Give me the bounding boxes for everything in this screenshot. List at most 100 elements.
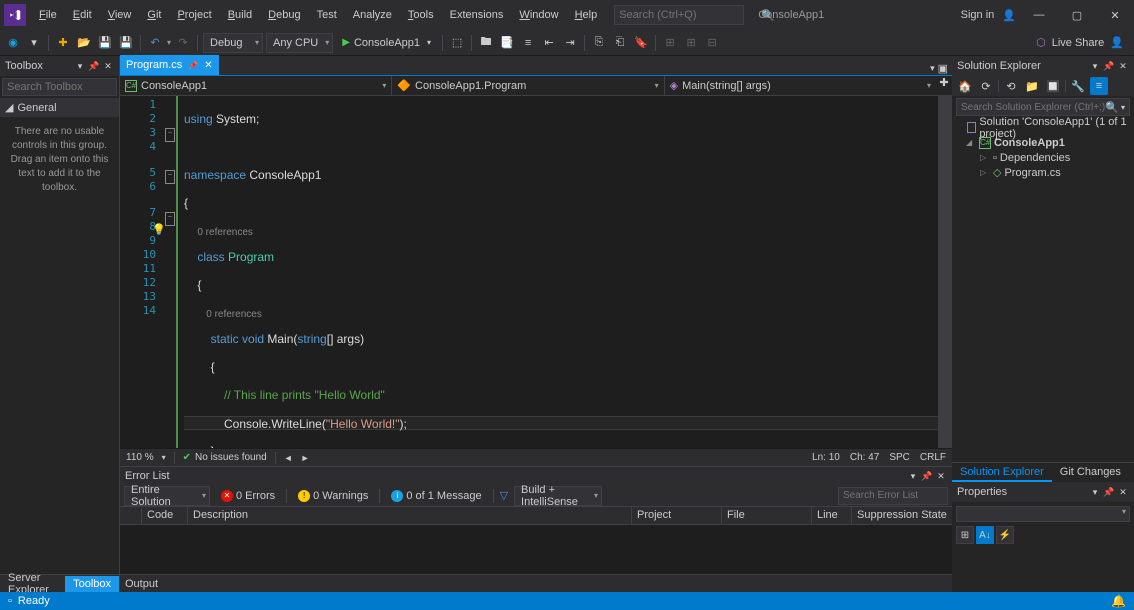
se-tool-5[interactable]: ≡ bbox=[1090, 77, 1108, 95]
toolbox-tab[interactable]: Toolbox bbox=[65, 576, 119, 592]
back-btn[interactable]: ◉ bbox=[4, 34, 22, 52]
alpha-icon[interactable]: A↓ bbox=[976, 526, 994, 544]
menu-window[interactable]: Window bbox=[512, 5, 565, 25]
fwd-btn[interactable]: ▾ bbox=[25, 34, 43, 52]
maximize-button[interactable]: ▢ bbox=[1062, 5, 1092, 25]
errorlist-close[interactable]: ✕ bbox=[935, 471, 947, 482]
solution-tree[interactable]: Solution 'ConsoleApp1' (1 of 1 project) … bbox=[952, 118, 1134, 462]
global-search[interactable]: 🔍 bbox=[614, 5, 744, 25]
nav-right-icon[interactable]: ► bbox=[301, 453, 310, 463]
toolbox-dropdown-icon[interactable]: ▾ bbox=[74, 61, 86, 72]
pin-icon[interactable]: 📌 bbox=[921, 471, 933, 482]
notification-bell-icon[interactable]: 🔔 bbox=[1111, 594, 1126, 608]
vertical-scrollbar[interactable] bbox=[938, 96, 952, 448]
expand-icon[interactable]: ◢ bbox=[966, 138, 976, 147]
warnings-filter[interactable]: !0 Warnings bbox=[293, 487, 373, 505]
se-dd[interactable]: ▾ bbox=[1089, 61, 1101, 72]
tool-2[interactable]: 🖿 bbox=[477, 34, 495, 52]
menu-tools[interactable]: Tools bbox=[401, 5, 441, 25]
nav-class[interactable]: 🔶ConsoleApp1.Program bbox=[392, 76, 664, 95]
tree-file[interactable]: ▷◇Program.cs bbox=[956, 165, 1130, 180]
window-icon[interactable]: ▣ bbox=[938, 62, 948, 75]
tabstrip-dropdown[interactable]: ▾ bbox=[930, 63, 935, 74]
errorlist-columns[interactable]: Code Description Project File Line Suppr… bbox=[120, 507, 952, 525]
fold-method[interactable]: − bbox=[165, 212, 175, 226]
new-btn[interactable]: ✚ bbox=[54, 34, 72, 52]
tree-deps[interactable]: ▷▫Dependencies bbox=[956, 150, 1130, 165]
se-tool-4[interactable]: 🔲 bbox=[1044, 77, 1062, 95]
scope-dropdown[interactable]: Entire Solution bbox=[124, 486, 210, 506]
tool-3[interactable]: 📑 bbox=[498, 34, 516, 52]
tab-close[interactable]: ✕ bbox=[204, 60, 212, 71]
menu-project[interactable]: Project bbox=[170, 5, 218, 25]
output-pane-header[interactable]: Output bbox=[120, 574, 952, 592]
platform-dropdown[interactable]: Any CPU bbox=[266, 33, 333, 53]
errors-filter[interactable]: ✕0 Errors bbox=[216, 487, 280, 505]
code-area[interactable]: using System; namespace ConsoleApp1 { 0 … bbox=[178, 96, 938, 448]
quickfix-icon[interactable]: 💡 bbox=[152, 223, 166, 237]
nav-method[interactable]: ◈Main(string[] args) bbox=[665, 76, 936, 95]
menu-git[interactable]: Git bbox=[140, 5, 168, 25]
se-close[interactable]: ✕ bbox=[1117, 61, 1129, 72]
se-search-input[interactable] bbox=[961, 102, 1105, 113]
props-close[interactable]: ✕ bbox=[1117, 487, 1129, 498]
pin-icon[interactable]: 📌 bbox=[88, 61, 100, 72]
outdent-btn[interactable]: ⇤ bbox=[540, 34, 558, 52]
bookmark-btn[interactable]: 🔖 bbox=[632, 34, 650, 52]
split-icon[interactable]: ✚ bbox=[936, 76, 952, 95]
menu-extensions[interactable]: Extensions bbox=[443, 5, 511, 25]
se-tool-2[interactable]: ⟲ bbox=[1002, 77, 1020, 95]
toolbox-close[interactable]: ✕ bbox=[102, 61, 114, 72]
zoom-level[interactable]: 110 % bbox=[126, 452, 154, 463]
fold-class[interactable]: − bbox=[165, 170, 175, 184]
props-dd[interactable]: ▾ bbox=[1089, 487, 1101, 498]
save-btn[interactable]: 💾 bbox=[96, 34, 114, 52]
redo-btn[interactable]: ↷ bbox=[174, 34, 192, 52]
tool-5[interactable]: ⎘ bbox=[590, 34, 608, 52]
close-button[interactable]: ✕ bbox=[1100, 5, 1130, 25]
home-icon[interactable]: 🏠 bbox=[956, 77, 974, 95]
menu-file[interactable]: File bbox=[32, 5, 64, 25]
menu-help[interactable]: Help bbox=[568, 5, 605, 25]
tab-git-changes[interactable]: Git Changes bbox=[1052, 463, 1129, 482]
filter-icon[interactable]: ▽ bbox=[500, 489, 508, 502]
wrench-icon[interactable]: 🔧 bbox=[1069, 77, 1087, 95]
tab-program-cs[interactable]: Program.cs📌✕ bbox=[120, 55, 219, 75]
pin-icon[interactable]: 📌 bbox=[1103, 487, 1115, 498]
config-dropdown[interactable]: Debug bbox=[203, 33, 263, 53]
tree-solution[interactable]: Solution 'ConsoleApp1' (1 of 1 project) bbox=[956, 120, 1130, 135]
account-icon[interactable]: 👤 bbox=[1110, 36, 1124, 49]
fold-column[interactable]: − − − bbox=[164, 96, 178, 448]
saveall-btn[interactable]: 💾 bbox=[117, 34, 135, 52]
tool-1[interactable]: ⬚ bbox=[448, 34, 466, 52]
start-button[interactable]: ▶ConsoleApp1▾ bbox=[336, 33, 437, 53]
pin-icon[interactable]: 📌 bbox=[1103, 61, 1115, 72]
sign-in-link[interactable]: Sign in bbox=[961, 9, 995, 21]
menu-test[interactable]: Test bbox=[310, 5, 344, 25]
source-dropdown[interactable]: Build + IntelliSense bbox=[514, 486, 602, 506]
props-selector[interactable] bbox=[956, 506, 1130, 522]
se-tool-1[interactable]: ⟳ bbox=[977, 77, 995, 95]
expand-icon[interactable]: ▷ bbox=[980, 168, 990, 177]
minimize-button[interactable]: — bbox=[1024, 5, 1054, 25]
toolbox-group-general[interactable]: ◢General bbox=[0, 98, 119, 117]
tool-6[interactable]: ⎗ bbox=[611, 34, 629, 52]
categorize-icon[interactable]: ⊞ bbox=[956, 526, 974, 544]
nav-project[interactable]: C#ConsoleApp1 bbox=[120, 76, 392, 95]
menu-edit[interactable]: Edit bbox=[66, 5, 99, 25]
menu-debug[interactable]: Debug bbox=[261, 5, 307, 25]
nav-left-icon[interactable]: ◄ bbox=[284, 453, 293, 463]
errorlist-dd[interactable]: ▾ bbox=[907, 471, 919, 482]
messages-filter[interactable]: i0 of 1 Message bbox=[386, 487, 486, 505]
fold-ns[interactable]: − bbox=[165, 128, 175, 142]
menu-view[interactable]: View bbox=[101, 5, 139, 25]
undo-btn[interactable]: ↶ bbox=[146, 34, 164, 52]
menu-analyze[interactable]: Analyze bbox=[346, 5, 399, 25]
tool-9[interactable]: ⊟ bbox=[703, 34, 721, 52]
tab-solution-explorer[interactable]: Solution Explorer bbox=[952, 463, 1052, 482]
indent-btn[interactable]: ⇥ bbox=[561, 34, 579, 52]
liveshare-btn[interactable]: Live Share bbox=[1052, 37, 1105, 49]
tool-7[interactable]: ⊞ bbox=[661, 34, 679, 52]
menu-build[interactable]: Build bbox=[221, 5, 259, 25]
code-editor[interactable]: 1234 56 78 9101112 1314 💡 − − − using Sy… bbox=[120, 96, 952, 448]
